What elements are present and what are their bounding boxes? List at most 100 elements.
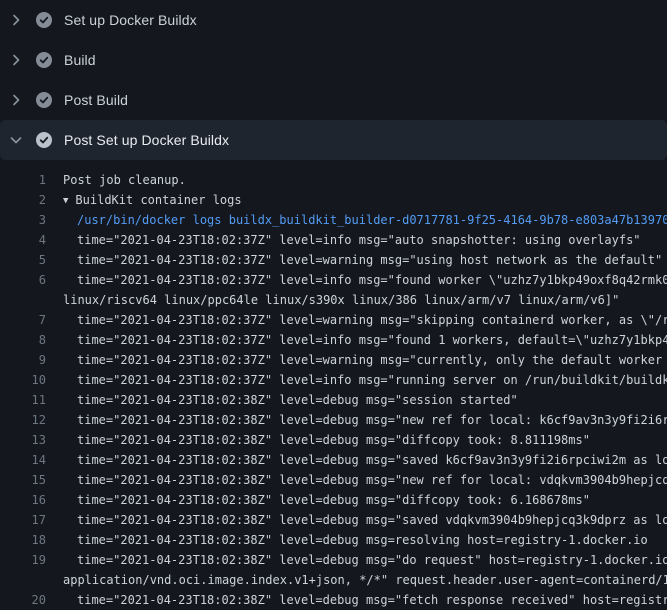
- log-line: 5 ▼time="2021-04-23T18:02:37Z" level=war…: [0, 250, 667, 270]
- log-line-number[interactable]: 13: [0, 430, 46, 450]
- log-line-content: time="2021-04-23T18:02:38Z" level=debug …: [77, 593, 667, 607]
- chevron-icon[interactable]: [8, 12, 24, 28]
- log-line-text: ▼time="2021-04-23T18:02:38Z" level=debug…: [46, 510, 667, 530]
- step-title: Post Set up Docker Buildx: [64, 132, 229, 148]
- log-line-content: application/vnd.oci.image.index.v1+json,…: [63, 573, 667, 587]
- log-line-text: ▼time="2021-04-23T18:02:37Z" level=info …: [46, 230, 641, 250]
- step-section-build[interactable]: Build: [0, 40, 667, 80]
- log-line-number[interactable]: 18: [0, 530, 46, 550]
- log-line-number[interactable]: 14: [0, 450, 46, 470]
- log-line-text: ▼/usr/bin/docker logs buildx_buildkit_bu…: [46, 210, 667, 230]
- log-line-number[interactable]: 3: [0, 210, 46, 230]
- log-line-number[interactable]: 15: [0, 470, 46, 490]
- log-line-content: linux/riscv64 linux/ppc64le linux/s390x …: [63, 293, 619, 307]
- log-line-number[interactable]: 16: [0, 490, 46, 510]
- log-line-number[interactable]: 10: [0, 370, 46, 390]
- log-line-number[interactable]: 9: [0, 350, 46, 370]
- log-line-content: time="2021-04-23T18:02:38Z" level=debug …: [77, 433, 590, 447]
- log-line-number[interactable]: 7: [0, 310, 46, 330]
- log-line-content: time="2021-04-23T18:02:37Z" level=warnin…: [77, 253, 662, 267]
- log-line-number[interactable]: [0, 570, 46, 590]
- log-line-content: time="2021-04-23T18:02:38Z" level=debug …: [77, 393, 518, 407]
- log-line-text: ▼time="2021-04-23T18:02:37Z" level=warni…: [46, 350, 667, 370]
- group-collapse-triangle[interactable]: ▼: [63, 196, 68, 206]
- log-line: 9 ▼time="2021-04-23T18:02:37Z" level=war…: [0, 350, 667, 370]
- log-line-text: ▼time="2021-04-23T18:02:38Z" level=debug…: [46, 550, 667, 570]
- log-line: 7 ▼time="2021-04-23T18:02:37Z" level=war…: [0, 310, 667, 330]
- step-section-post-build[interactable]: Post Build: [0, 80, 667, 120]
- log-line-content: time="2021-04-23T18:02:37Z" level=warnin…: [77, 313, 667, 327]
- log-line-number[interactable]: [0, 290, 46, 310]
- log-line-text: ▼linux/riscv64 linux/ppc64le linux/s390x…: [46, 290, 619, 310]
- check-circle-icon: [36, 12, 52, 28]
- log-line-content: /usr/bin/docker logs buildx_buildkit_bui…: [77, 213, 667, 227]
- log-line-text: ▼time="2021-04-23T18:02:38Z" level=debug…: [46, 390, 518, 410]
- log-line-text: ▼time="2021-04-23T18:02:38Z" level=debug…: [46, 530, 648, 550]
- log-line: 18 ▼time="2021-04-23T18:02:38Z" level=de…: [0, 530, 667, 550]
- log-line: 13 ▼time="2021-04-23T18:02:38Z" level=de…: [0, 430, 667, 450]
- steps-list: Set up Docker Buildx Build Post Buil: [0, 0, 667, 160]
- log-line: 11 ▼time="2021-04-23T18:02:38Z" level=de…: [0, 390, 667, 410]
- log-line: 3 ▼/usr/bin/docker logs buildx_buildkit_…: [0, 210, 667, 230]
- check-circle-icon: [36, 52, 52, 68]
- log-line-number[interactable]: 17: [0, 510, 46, 530]
- log-line-number[interactable]: 1: [0, 170, 46, 190]
- log-line: 12 ▼time="2021-04-23T18:02:38Z" level=de…: [0, 410, 667, 430]
- log-line-content: time="2021-04-23T18:02:38Z" level=debug …: [77, 553, 667, 567]
- chevron-icon[interactable]: [8, 132, 24, 148]
- log-line-text: ▼time="2021-04-23T18:02:38Z" level=debug…: [46, 490, 590, 510]
- log-line-content: time="2021-04-23T18:02:38Z" level=debug …: [77, 533, 648, 547]
- log-line: 8 ▼time="2021-04-23T18:02:37Z" level=inf…: [0, 330, 667, 350]
- step-section-set-up-docker-buildx[interactable]: Set up Docker Buildx: [0, 0, 667, 40]
- chevron-icon[interactable]: [8, 52, 24, 68]
- log-line-number[interactable]: 2: [0, 190, 46, 210]
- log-line-text: ▼time="2021-04-23T18:02:37Z" level=warni…: [46, 310, 667, 330]
- log-line-text: ▼time="2021-04-23T18:02:37Z" level=info …: [46, 370, 667, 390]
- log-line-text: ▼time="2021-04-23T18:02:37Z" level=warni…: [46, 250, 662, 270]
- log-line: 14 ▼time="2021-04-23T18:02:38Z" level=de…: [0, 450, 667, 470]
- log-line-content: time="2021-04-23T18:02:38Z" level=debug …: [77, 493, 590, 507]
- log-line: 10 ▼time="2021-04-23T18:02:37Z" level=in…: [0, 370, 667, 390]
- log-line: 4 ▼time="2021-04-23T18:02:37Z" level=inf…: [0, 230, 667, 250]
- log-line-content: time="2021-04-23T18:02:38Z" level=debug …: [77, 413, 667, 427]
- log-line-number[interactable]: 19: [0, 550, 46, 570]
- step-title: Set up Docker Buildx: [64, 12, 197, 28]
- log-line-number[interactable]: 11: [0, 390, 46, 410]
- log-line-content: time="2021-04-23T18:02:37Z" level=info m…: [77, 373, 667, 387]
- log-line: 15 ▼time="2021-04-23T18:02:38Z" level=de…: [0, 470, 667, 490]
- chevron-icon[interactable]: [8, 92, 24, 108]
- log-line-text: ▼time="2021-04-23T18:02:38Z" level=debug…: [46, 450, 667, 470]
- log-area: 1 ▼Post job cleanup. 2 ▼ BuildKit contain…: [0, 160, 667, 610]
- log-line-content: BuildKit container logs: [75, 193, 241, 207]
- log-line-content: Post job cleanup.: [63, 173, 186, 187]
- log-line-number[interactable]: 8: [0, 330, 46, 350]
- step-section-post-set-up-docker-buildx[interactable]: Post Set up Docker Buildx: [0, 120, 667, 160]
- log-line: 17 ▼time="2021-04-23T18:02:38Z" level=de…: [0, 510, 667, 530]
- log-line-number[interactable]: 12: [0, 410, 46, 430]
- step-title: Post Build: [64, 92, 128, 108]
- log-line-content: time="2021-04-23T18:02:37Z" level=warnin…: [77, 353, 667, 367]
- check-circle-icon: [36, 92, 52, 108]
- log-line-content: time="2021-04-23T18:02:37Z" level=info m…: [77, 273, 667, 287]
- log-line: ▼linux/riscv64 linux/ppc64le linux/s390x…: [0, 290, 667, 310]
- log-line-text: ▼time="2021-04-23T18:02:38Z" level=debug…: [46, 430, 590, 450]
- log-line-number[interactable]: 4: [0, 230, 46, 250]
- log-line-content: time="2021-04-23T18:02:38Z" level=debug …: [77, 513, 667, 527]
- log-line-text: ▼application/vnd.oci.image.index.v1+json…: [46, 570, 667, 590]
- log-line-number[interactable]: 6: [0, 270, 46, 290]
- log-line-text: ▼ BuildKit container logs: [46, 190, 242, 210]
- log-line: 2 ▼ BuildKit container logs: [0, 190, 667, 210]
- log-line-text: ▼time="2021-04-23T18:02:38Z" level=debug…: [46, 470, 667, 490]
- log-line-content: time="2021-04-23T18:02:37Z" level=info m…: [77, 233, 641, 247]
- log-line: 20 ▼time="2021-04-23T18:02:38Z" level=de…: [0, 590, 667, 610]
- log-line-text: ▼time="2021-04-23T18:02:37Z" level=info …: [46, 330, 667, 350]
- check-circle-icon: [36, 132, 52, 148]
- step-title: Build: [64, 52, 96, 68]
- log-line: ▼application/vnd.oci.image.index.v1+json…: [0, 570, 667, 590]
- log-line-text: ▼Post job cleanup.: [46, 170, 186, 190]
- log-line-content: time="2021-04-23T18:02:37Z" level=info m…: [77, 333, 667, 347]
- log-line-number[interactable]: 5: [0, 250, 46, 270]
- log-line-content: time="2021-04-23T18:02:38Z" level=debug …: [77, 473, 667, 487]
- log-line-number[interactable]: 20: [0, 590, 46, 610]
- log-line-content: time="2021-04-23T18:02:38Z" level=debug …: [77, 453, 667, 467]
